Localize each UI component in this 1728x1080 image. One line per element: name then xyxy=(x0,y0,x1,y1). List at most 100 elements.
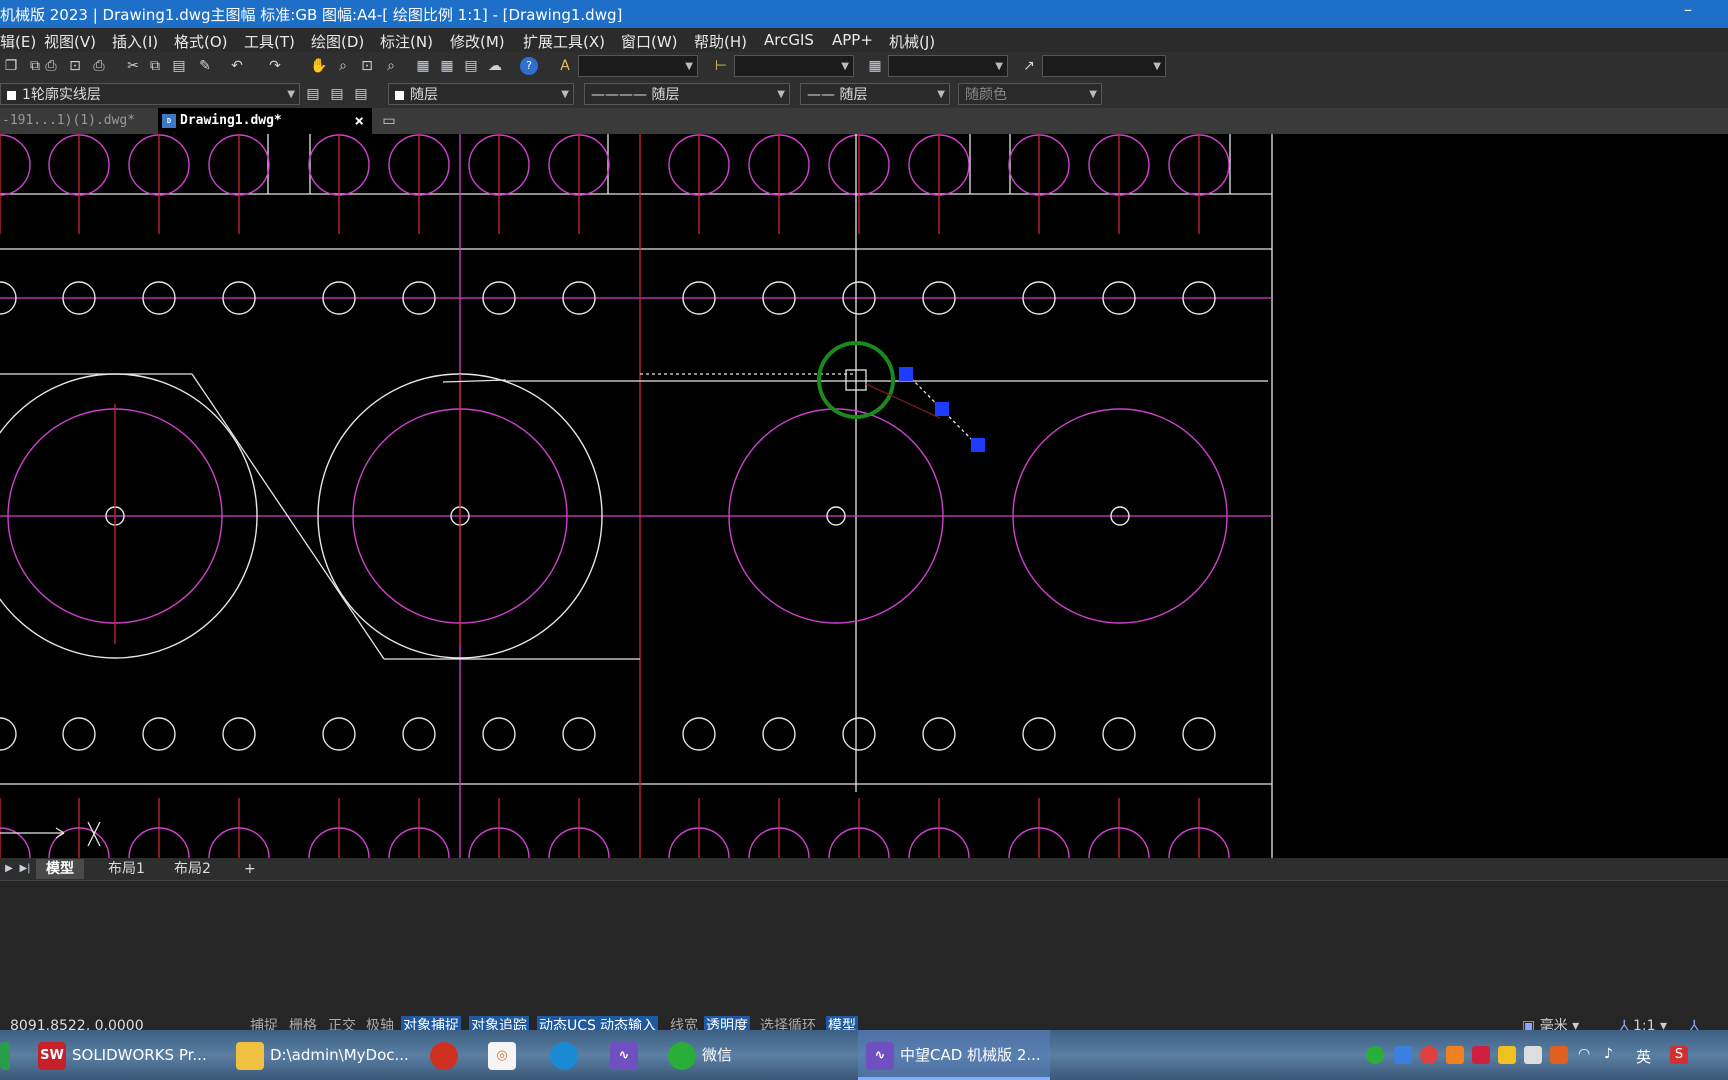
preview-icon[interactable]: ⊡ xyxy=(66,57,84,75)
copy-file-icon[interactable]: ❐ xyxy=(2,57,20,75)
text-style-combo[interactable]: ▼ xyxy=(578,55,698,77)
menu-dimension[interactable]: 标注(N) xyxy=(380,31,433,52)
tab-model[interactable]: 模型 xyxy=(36,859,84,879)
taskbar-explorer[interactable]: D:\admin\MyDoc... xyxy=(228,1030,416,1080)
print-icon[interactable]: ⎙ xyxy=(42,57,60,75)
tray-notes-icon[interactable] xyxy=(1550,1046,1568,1064)
multileader-style-icon[interactable]: ↗ xyxy=(1020,57,1038,75)
layer-manager-icon[interactable]: ▤ xyxy=(304,85,322,103)
table-style-combo[interactable]: ▼ xyxy=(888,55,1008,77)
tray-display-icon[interactable] xyxy=(1524,1046,1542,1064)
wifi-icon[interactable]: ◠ xyxy=(1578,1046,1596,1064)
menu-arcgis[interactable]: ArcGIS xyxy=(764,31,814,49)
layout-tabs: ▶ ▶| 模型 布局1 布局2 + xyxy=(0,858,1728,880)
taskbar-pdf[interactable]: ◎ xyxy=(488,1030,524,1080)
menu-draw[interactable]: 绘图(D) xyxy=(311,31,364,52)
lineweight-combo[interactable]: —— 随层 ▼ xyxy=(800,83,950,105)
color-combo[interactable]: 随层 ▼ xyxy=(388,83,574,105)
layer-combo[interactable]: 1轮廓实线层 ▼ xyxy=(0,83,300,105)
pan-icon[interactable]: ✋ xyxy=(310,57,328,75)
menu-modify[interactable]: 修改(M) xyxy=(450,31,505,52)
zoom-realtime-icon[interactable]: ⌕ xyxy=(334,57,352,75)
menu-edit[interactable]: 辑(E) xyxy=(0,31,36,52)
tray-shield-icon[interactable] xyxy=(1498,1046,1516,1064)
sogou-ime-icon[interactable]: S xyxy=(1670,1046,1688,1064)
linetype-combo[interactable]: ———— 随层 ▼ xyxy=(584,83,790,105)
undo-icon[interactable]: ↶ xyxy=(228,57,246,75)
dim-style-icon[interactable]: ⊢ xyxy=(712,57,730,75)
menu-format[interactable]: 格式(O) xyxy=(174,31,228,52)
menu-view[interactable]: 视图(V) xyxy=(44,31,96,52)
markup-icon[interactable]: ☁ xyxy=(486,57,504,75)
match-properties-icon[interactable]: ✎ xyxy=(196,57,214,75)
belt-segment xyxy=(442,379,507,383)
top-circle xyxy=(0,134,31,196)
hole-circle xyxy=(562,717,596,751)
app-edge-icon xyxy=(0,1041,10,1070)
add-layout-button[interactable]: + xyxy=(234,859,266,879)
plotstyle-combo[interactable]: 随颜色 ▼ xyxy=(958,83,1102,105)
paste-icon[interactable]: ▤ xyxy=(170,57,188,75)
menu-extend[interactable]: 扩展工具(X) xyxy=(523,31,605,52)
grip-square xyxy=(935,402,949,416)
hole-circle xyxy=(1182,717,1216,751)
linetype-value: ———— 随层 xyxy=(591,87,680,103)
cut-icon[interactable]: ✂ xyxy=(124,57,142,75)
layers-toolbar: 1轮廓实线层 ▼ ▤ ▤ ▤ 随层 ▼ ———— 随层 ▼ —— 随层 ▼ 随颜色 ▼ xyxy=(0,80,1728,108)
taskbar-zwcad[interactable]: ∿ 中望CAD 机械版 2... xyxy=(858,1030,1050,1080)
tab-layout1[interactable]: 布局1 xyxy=(98,859,155,879)
zwcad-icon: ∿ xyxy=(610,1041,638,1070)
tool-palette-icon[interactable]: ▤ xyxy=(462,57,480,75)
dwg-file-icon: D xyxy=(162,113,176,128)
close-tab-icon[interactable]: × xyxy=(354,108,364,134)
taskbar-solidworks[interactable]: SW SOLIDWORKS Pr... xyxy=(30,1030,212,1080)
volume-icon[interactable]: ♪ xyxy=(1604,1046,1622,1064)
tray-recorder-icon[interactable] xyxy=(1420,1046,1438,1064)
taskbar-app-edge[interactable] xyxy=(0,1030,12,1080)
zoom-window-icon[interactable]: ⊡ xyxy=(358,57,376,75)
make-current-icon[interactable]: ▤ xyxy=(328,85,346,103)
window-title: 机械版 2023 | Drawing1.dwg主图幅 标准:GB 图幅:A4-[… xyxy=(0,6,623,24)
menu-window[interactable]: 窗口(W) xyxy=(621,31,678,52)
drawing-canvas[interactable] xyxy=(0,134,1728,858)
design-center-icon[interactable]: ▦ xyxy=(438,57,456,75)
dim-style-combo[interactable]: ▼ xyxy=(734,55,854,77)
text-style-icon[interactable]: A xyxy=(556,57,574,75)
menu-app[interactable]: APP+ xyxy=(832,31,873,49)
copy-icon[interactable]: ⧉ xyxy=(146,57,164,75)
minimize-button[interactable]: – xyxy=(1684,0,1692,19)
menu-insert[interactable]: 插入(I) xyxy=(112,31,158,52)
taskbar-zwcad-2[interactable]: ∿ xyxy=(610,1030,646,1080)
redo-icon[interactable]: ↷ xyxy=(266,57,284,75)
layer-color-swatch-icon xyxy=(7,90,16,100)
tray-message-icon[interactable] xyxy=(1394,1046,1412,1064)
pdf-icon: ◎ xyxy=(488,1041,516,1070)
tray-office-icon[interactable] xyxy=(1446,1046,1464,1064)
input-language[interactable]: 英 xyxy=(1636,1046,1656,1066)
taskbar-edge[interactable] xyxy=(550,1030,586,1080)
last-layout-icon[interactable]: ▶| xyxy=(16,860,34,878)
command-window[interactable] xyxy=(0,880,1728,1009)
menu-mechanical[interactable]: 机械(J) xyxy=(889,31,935,52)
menu-help[interactable]: 帮助(H) xyxy=(694,31,747,52)
table-style-icon[interactable]: ▦ xyxy=(866,57,884,75)
new-tab-icon[interactable]: ▭ xyxy=(380,112,398,130)
help-icon[interactable]: ? xyxy=(520,57,538,75)
tray-wechat-icon[interactable] xyxy=(1366,1046,1384,1064)
color-swatch-icon xyxy=(395,90,404,100)
hole-circle xyxy=(762,717,796,751)
zoom-previous-icon[interactable]: ⌕ xyxy=(382,57,400,75)
multileader-style-combo[interactable]: ▼ xyxy=(1042,55,1166,77)
tab-drawing1[interactable]: D Drawing1.dwg* × xyxy=(158,108,372,134)
tab-layout2[interactable]: 布局2 xyxy=(164,859,221,879)
tab-file-1[interactable]: -191...1)(1).dwg* xyxy=(0,108,160,134)
taskbar-recorder[interactable] xyxy=(430,1030,466,1080)
publish-icon[interactable]: ⎙ xyxy=(90,57,108,75)
menu-tools[interactable]: 工具(T) xyxy=(244,31,295,52)
tray-security-icon[interactable] xyxy=(1472,1046,1490,1064)
taskbar-wechat[interactable]: 微信 xyxy=(668,1030,768,1080)
record-icon xyxy=(430,1041,458,1070)
hole-circle xyxy=(62,717,96,751)
properties-icon[interactable]: ▦ xyxy=(414,57,432,75)
layer-previous-icon[interactable]: ▤ xyxy=(352,85,370,103)
